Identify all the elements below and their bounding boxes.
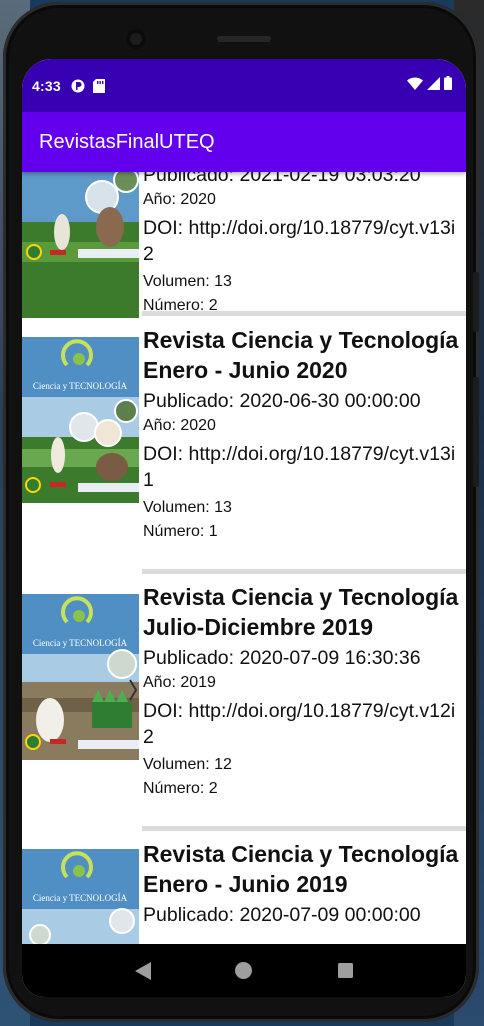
back-triangle-icon[interactable] bbox=[133, 961, 153, 981]
item-published: Publicado: 2021-02-19 03:03:20 bbox=[143, 172, 421, 186]
item-year: Año: 2020 bbox=[143, 191, 216, 208]
app-bar: RevistasFinalUTEQ bbox=[22, 112, 466, 172]
status-time: 4:33 bbox=[32, 77, 61, 94]
recents-square-icon[interactable] bbox=[335, 961, 355, 981]
item-details: Revista Ciencia y Tecnología Enero - Jun… bbox=[143, 325, 466, 544]
magazine-cover-image: Ciencia y TECNOLOGÍA bbox=[22, 594, 139, 760]
power-button[interactable] bbox=[473, 377, 479, 487]
item-doi[interactable]: DOI: http://doi.org/10.18779/cyt.v12i2 bbox=[143, 698, 466, 750]
item-volume: Volumen: 13 bbox=[143, 499, 232, 516]
item-volume: Volumen: 13 bbox=[143, 273, 232, 290]
battery-icon bbox=[444, 76, 452, 93]
home-circle-icon[interactable] bbox=[234, 961, 254, 981]
item-doi[interactable]: DOI: http://doi.org/10.18779/cyt.v13i2 bbox=[143, 215, 466, 267]
navigation-bar bbox=[22, 944, 466, 997]
item-title[interactable]: Revista Ciencia y Tecnología Enero - Jun… bbox=[143, 839, 466, 899]
item-year: Año: 2020 bbox=[143, 417, 216, 434]
speaker-grille bbox=[217, 36, 271, 42]
svg-text:Ciencia y TECNOLOGÍA: Ciencia y TECNOLOGÍA bbox=[33, 893, 128, 903]
item-published: Publicado: 2020-06-30 00:00:00 bbox=[143, 390, 421, 412]
svg-text:Ciencia y TECNOLOGÍA: Ciencia y TECNOLOGÍA bbox=[33, 381, 128, 391]
magazine-cover-image bbox=[22, 172, 139, 318]
item-published: Publicado: 2020-07-09 16:30:36 bbox=[143, 647, 421, 669]
magazine-cover-image: Ciencia y TECNOLOGÍA bbox=[22, 849, 139, 944]
magazine-cover-image: Ciencia y TECNOLOGÍA bbox=[22, 337, 139, 503]
wifi-icon bbox=[407, 76, 423, 93]
item-details: Revista Ciencia y Tecnología Julio-Dicie… bbox=[143, 582, 466, 801]
item-published: Publicado: 2020-07-09 00:00:00 bbox=[143, 904, 421, 926]
item-title[interactable]: Revista Ciencia y Tecnología Julio-Dicie… bbox=[143, 582, 466, 642]
phone-frame: 4:33 RevistasFinalUTEQ Publicado: 2021-0… bbox=[3, 2, 479, 1022]
item-divider bbox=[142, 569, 466, 574]
item-divider bbox=[142, 826, 466, 831]
signal-icon bbox=[427, 76, 440, 93]
sd-card-icon bbox=[92, 78, 107, 93]
item-title[interactable]: Revista Ciencia y Tecnología Enero - Jun… bbox=[143, 325, 466, 385]
item-volume: Volumen: 12 bbox=[143, 756, 232, 773]
item-details: Publicado: 2021-02-19 03:03:20 Año: 2020… bbox=[143, 172, 466, 318]
notification-app-icon bbox=[71, 79, 85, 93]
magazine-list[interactable]: Publicado: 2021-02-19 03:03:20 Año: 2020… bbox=[22, 172, 466, 944]
item-year: Año: 2019 bbox=[143, 674, 216, 691]
front-camera bbox=[126, 29, 146, 49]
item-number: Número: 1 bbox=[143, 523, 218, 540]
item-divider bbox=[142, 311, 466, 316]
item-number: Número: 2 bbox=[143, 780, 218, 797]
device-screen: 4:33 RevistasFinalUTEQ Publicado: 2021-0… bbox=[22, 59, 466, 997]
app-title: RevistasFinalUTEQ bbox=[39, 130, 215, 153]
status-bar: 4:33 bbox=[22, 59, 466, 112]
item-details: Revista Ciencia y Tecnología Enero - Jun… bbox=[143, 839, 466, 928]
item-doi[interactable]: DOI: http://doi.org/10.18779/cyt.v13i1 bbox=[143, 441, 466, 493]
svg-text:Ciencia y TECNOLOGÍA: Ciencia y TECNOLOGÍA bbox=[33, 638, 128, 648]
volume-button[interactable] bbox=[473, 272, 479, 332]
